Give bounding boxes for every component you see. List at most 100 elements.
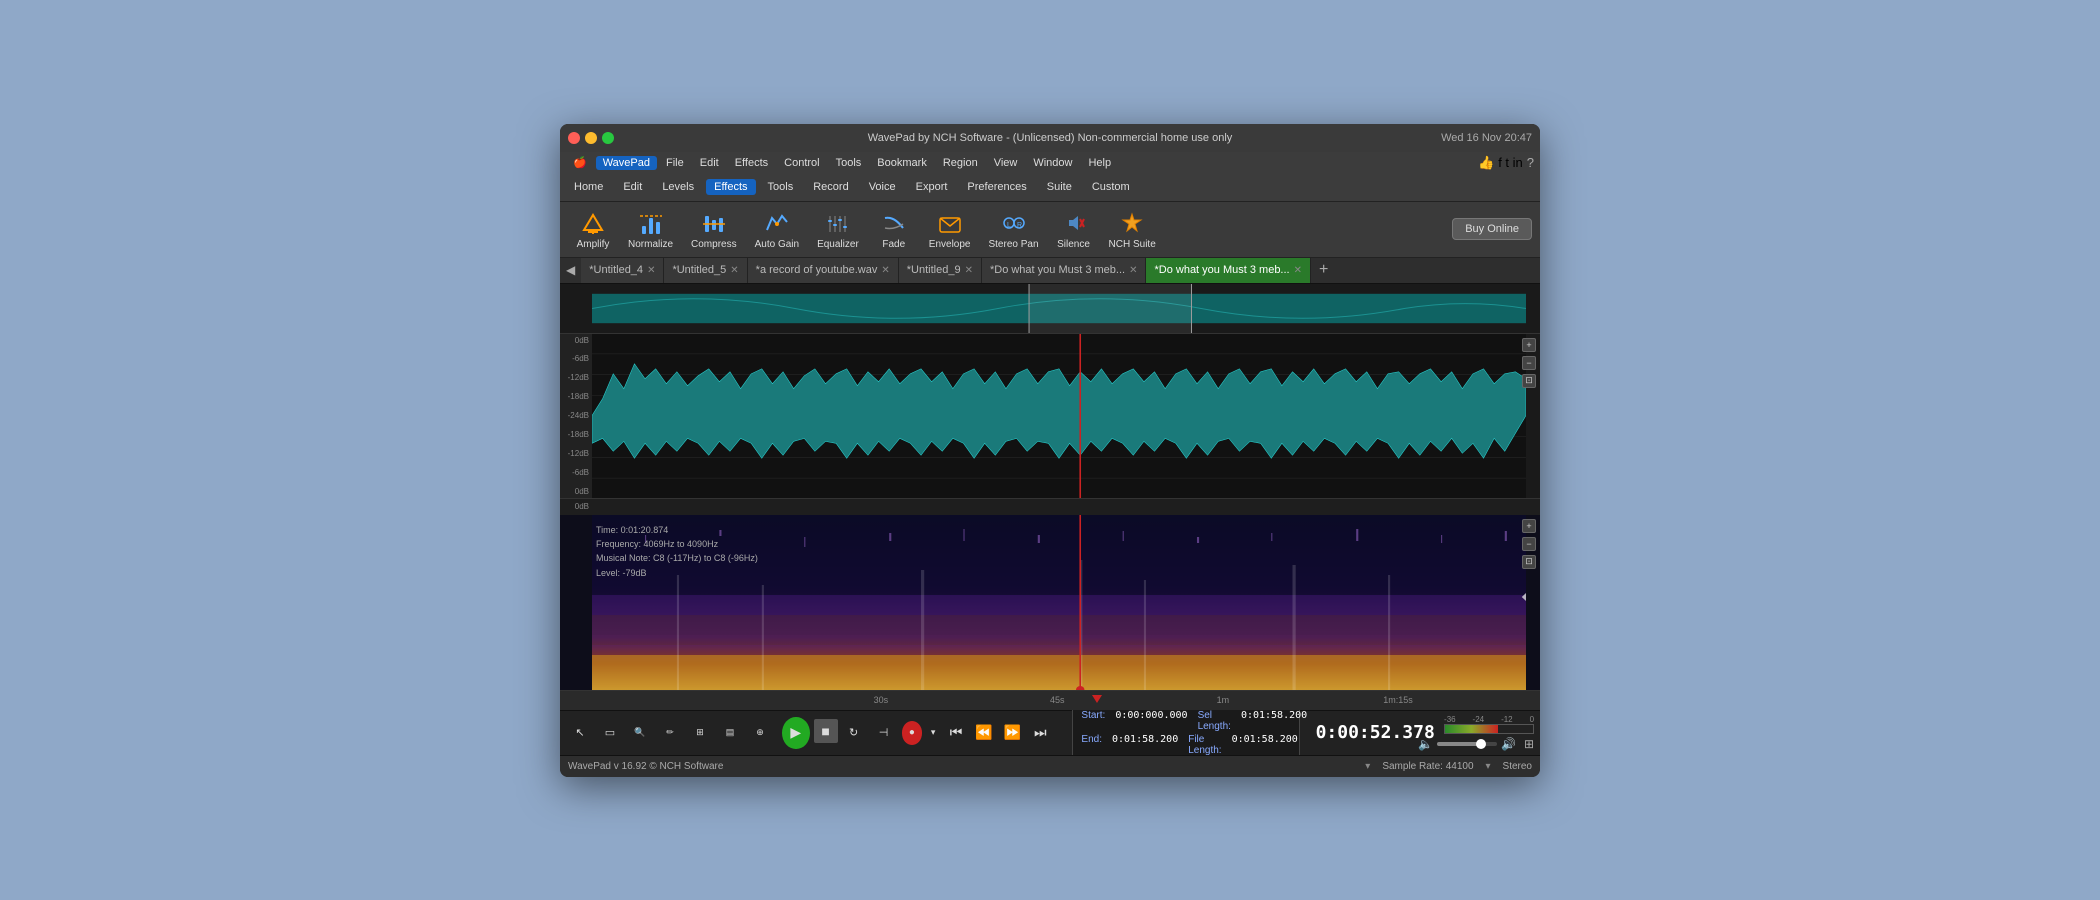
tool-selection[interactable]: ▭: [596, 719, 624, 747]
waveform-overview[interactable]: [560, 284, 1540, 334]
stereopan-button[interactable]: L R Stereo Pan: [980, 206, 1046, 253]
zoom-out-button[interactable]: −: [1522, 356, 1536, 370]
rewind-button[interactable]: ⏪: [972, 719, 996, 747]
fade-button[interactable]: Fade: [869, 206, 919, 253]
volume-icon: 🔈: [1418, 737, 1433, 751]
skip-end-button[interactable]: ⏭: [1028, 719, 1052, 747]
tab-dowhat2-close[interactable]: ✕: [1294, 265, 1302, 276]
tool-extra3[interactable]: ⊕: [746, 719, 774, 747]
tab-youtube[interactable]: *a record of youtube.wav ✕: [748, 258, 899, 283]
tab-untitled4[interactable]: *Untitled_4 ✕: [581, 258, 664, 283]
spectrum-frequency: Frequency: 4069Hz to 4090Hz: [596, 537, 758, 551]
vu-labels: -36 -24 -12 0: [1444, 715, 1534, 734]
tb-custom[interactable]: Custom: [1084, 179, 1138, 195]
social-icons[interactable]: 👍 f t in: [1478, 155, 1522, 171]
tb-tools[interactable]: Tools: [760, 179, 802, 195]
minimize-button[interactable]: [585, 132, 597, 144]
envelope-icon: [936, 209, 964, 237]
silence-label: Silence: [1057, 239, 1090, 250]
tb-suite[interactable]: Suite: [1039, 179, 1080, 195]
menu-effects[interactable]: Effects: [728, 156, 775, 170]
normalize-button[interactable]: Normalize: [620, 206, 681, 253]
tool-extra1[interactable]: ⊞: [686, 719, 714, 747]
tab-untitled9-close[interactable]: ✕: [965, 265, 973, 276]
tab-add-button[interactable]: +: [1311, 261, 1336, 279]
db-6db-b: -6dB: [560, 468, 592, 477]
menu-apple[interactable]: 🍎: [566, 155, 594, 170]
tab-untitled4-close[interactable]: ✕: [647, 265, 655, 276]
grid-view-icon[interactable]: ⊞: [1524, 737, 1534, 751]
tb-home[interactable]: Home: [566, 179, 611, 195]
db-18db: -18dB: [560, 392, 592, 401]
amplify-button[interactable]: Amplify: [568, 206, 618, 253]
autogain-button[interactable]: Auto Gain: [747, 206, 807, 253]
timeline-30s: 30s: [874, 695, 889, 705]
tab-untitled9[interactable]: *Untitled_9 ✕: [899, 258, 982, 283]
db-24db: -24dB: [560, 411, 592, 420]
status-right: ▾ Sample Rate: 44100 ▾ Stereo: [1365, 761, 1532, 772]
equalizer-button[interactable]: Equalizer: [809, 206, 867, 253]
tab-dowhat1-close[interactable]: ✕: [1129, 265, 1137, 276]
record-dropdown[interactable]: ▾: [926, 719, 940, 747]
tb-voice[interactable]: Voice: [861, 179, 904, 195]
tb-edit[interactable]: Edit: [615, 179, 650, 195]
help-icon[interactable]: ?: [1527, 155, 1534, 170]
menu-bookmark[interactable]: Bookmark: [870, 156, 934, 170]
menu-view[interactable]: View: [987, 156, 1025, 170]
maximize-button[interactable]: [602, 132, 614, 144]
record-button[interactable]: ●: [902, 721, 923, 745]
equalizer-icon: [824, 209, 852, 237]
tab-untitled5[interactable]: *Untitled_5 ✕: [664, 258, 747, 283]
menu-region[interactable]: Region: [936, 156, 985, 170]
zoom-in-button[interactable]: +: [1522, 338, 1536, 352]
tb-preferences[interactable]: Preferences: [959, 179, 1034, 195]
tab-dowhat2[interactable]: *Do what you Must 3 meb... ✕: [1146, 258, 1311, 283]
menu-wavepad[interactable]: WavePad: [596, 156, 657, 170]
menu-help[interactable]: Help: [1081, 156, 1118, 170]
tool-pencil[interactable]: ✏: [656, 719, 684, 747]
play-button[interactable]: ▶: [782, 717, 810, 749]
envelope-button[interactable]: Envelope: [921, 206, 979, 253]
waveform-detail[interactable]: 0dB -6dB -12dB -18dB -24dB -18dB -12dB -…: [560, 334, 1540, 499]
buy-online-button[interactable]: Buy Online: [1452, 218, 1532, 240]
skip-start-button[interactable]: ⏮: [944, 719, 968, 747]
tb-levels[interactable]: Levels: [654, 179, 702, 195]
menu-window[interactable]: Window: [1026, 156, 1079, 170]
playhead-timeline: [1092, 695, 1102, 703]
tb-effects[interactable]: Effects: [706, 179, 755, 195]
tab-untitled5-close[interactable]: ✕: [730, 265, 738, 276]
compress-button[interactable]: Compress: [683, 206, 745, 253]
tool-pointer[interactable]: ↖: [566, 719, 594, 747]
tb-record[interactable]: Record: [805, 179, 856, 195]
spec-zoom-in[interactable]: +: [1522, 519, 1536, 533]
spec-zoom-fit[interactable]: ⊡: [1522, 555, 1536, 569]
tabs-bar: ◀ *Untitled_4 ✕ *Untitled_5 ✕ *a record …: [560, 258, 1540, 284]
tool-extra2[interactable]: ▤: [716, 719, 744, 747]
loop-button[interactable]: ↻: [840, 719, 868, 747]
spectrogram[interactable]: Time: 0:01:20.874 Frequency: 4069Hz to 4…: [560, 515, 1540, 690]
menu-file[interactable]: File: [659, 156, 691, 170]
db-6db: -6dB: [560, 354, 592, 363]
menu-edit[interactable]: Edit: [693, 156, 726, 170]
stop-button[interactable]: ■: [814, 719, 838, 743]
goto-end-button[interactable]: ⊣: [870, 719, 898, 747]
status-sample-rate[interactable]: Sample Rate: 44100: [1382, 761, 1473, 772]
fast-forward-button[interactable]: ⏩: [1000, 719, 1024, 747]
nchsuite-button[interactable]: NCH Suite: [1101, 206, 1164, 253]
transport-buttons: ■ ↻ ⊣: [814, 719, 898, 747]
zoom-fit-button[interactable]: ⊡: [1522, 374, 1536, 388]
menu-tools[interactable]: Tools: [829, 156, 869, 170]
tab-dowhat1[interactable]: *Do what you Must 3 meb... ✕: [982, 258, 1147, 283]
icon-toolbar: Amplify Normalize: [560, 202, 1540, 258]
tabs-scroll-left[interactable]: ◀: [560, 263, 581, 277]
status-channels[interactable]: Stereo: [1503, 761, 1532, 772]
tool-zoom[interactable]: 🔍: [626, 719, 654, 747]
silence-button[interactable]: Silence: [1049, 206, 1099, 253]
tb-export[interactable]: Export: [908, 179, 956, 195]
close-button[interactable]: [568, 132, 580, 144]
tab-youtube-close[interactable]: ✕: [881, 265, 889, 276]
menu-control[interactable]: Control: [777, 156, 826, 170]
volume-slider[interactable]: [1437, 742, 1497, 746]
spec-zoom-out[interactable]: −: [1522, 537, 1536, 551]
status-bar: WavePad v 16.92 © NCH Software ▾ Sample …: [560, 755, 1540, 777]
